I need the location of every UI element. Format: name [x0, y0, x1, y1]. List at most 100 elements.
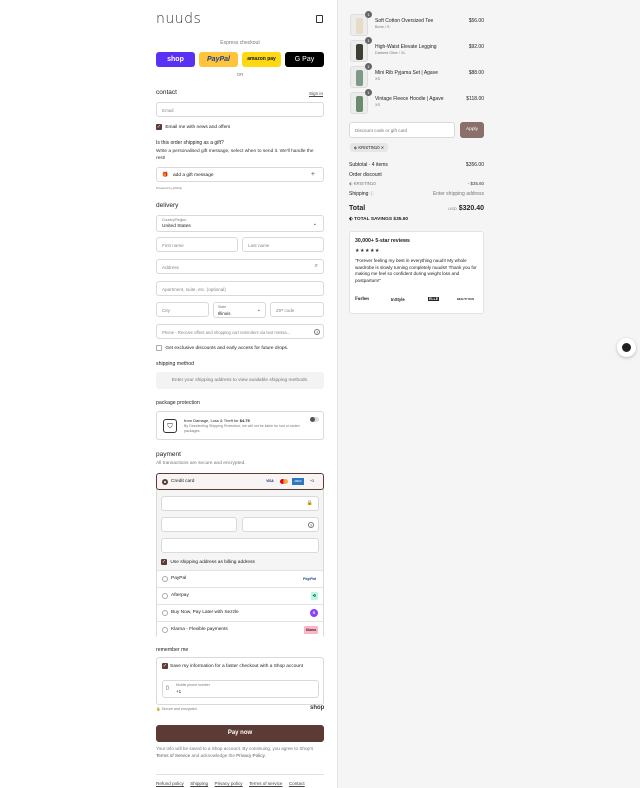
amazon-pay-button[interactable]: amazon pay — [242, 52, 281, 67]
chat-widget-button[interactable] — [617, 338, 636, 357]
footer-shipping-link[interactable]: Shipping — [190, 781, 208, 786]
name-on-card-field[interactable] — [161, 538, 319, 553]
more-cards-badge: +3 — [309, 479, 315, 483]
gift-icon: 🎁 — [162, 172, 169, 178]
country-label: Country/Region — [162, 218, 187, 222]
contact-title: contact — [156, 89, 177, 96]
afterpay-label: Afterpay — [171, 593, 189, 598]
paypal-button[interactable]: PayPal — [199, 52, 238, 67]
newsletter-checkbox[interactable]: ✓ — [156, 124, 162, 130]
gift-message-button[interactable]: 🎁 add a gift message + — [156, 167, 324, 182]
item-variant: XS — [375, 77, 381, 81]
country-select[interactable]: Country/Region United States ⌄ — [156, 215, 324, 232]
gift-button-label: add a gift message — [173, 172, 214, 178]
currency-code: USD — [448, 206, 457, 211]
help-icon[interactable]: ? — [314, 329, 320, 335]
city-field[interactable]: City — [156, 302, 209, 317]
state-value: Illinois — [218, 311, 231, 316]
footer-contact-link[interactable]: Contact — [289, 781, 305, 786]
exclusive-row[interactable]: Get exclusive discounts and early access… — [156, 345, 288, 351]
cart-icon[interactable] — [316, 15, 323, 23]
gift-question: Is this order shipping as a gift? — [156, 140, 224, 146]
klarna-radio[interactable] — [162, 627, 168, 633]
afterpay-radio[interactable] — [162, 593, 168, 599]
billing-checkbox[interactable]: ✓ — [161, 559, 167, 565]
save-info-checkbox[interactable]: ✓ — [162, 663, 168, 669]
chat-icon — [622, 343, 631, 352]
item-price: $56.00 — [468, 18, 484, 24]
pay-now-button[interactable]: Pay now — [156, 725, 324, 742]
shop-pay-button[interactable]: shop — [156, 52, 195, 67]
legal-text-2: and acknowledge the — [191, 752, 235, 758]
protection-box[interactable]: ⛉ from Damage, Loss & Theft for $4.75 By… — [156, 411, 324, 440]
chevron-down-icon: ⌄ — [256, 307, 261, 313]
credit-card-radio[interactable] — [162, 479, 168, 485]
item-variant: Darkest Olive / XL — [375, 51, 406, 55]
sign-in-link[interactable]: Sign in — [309, 91, 323, 96]
protection-line1: from Damage, Loss & Theft for $4.75 — [184, 418, 250, 423]
payment-method-klarna[interactable]: Klarna - Flexible payments Klarna — [157, 621, 323, 638]
footer-terms-link[interactable]: Terms of service — [249, 781, 282, 786]
billing-row[interactable]: ✓ Use shipping address as billing addres… — [161, 559, 255, 565]
paypal-logo: PayPal — [302, 576, 316, 581]
quantity-badge: 1 — [365, 89, 372, 96]
address-field[interactable]: Address ⌕ — [156, 259, 324, 274]
first-name-field[interactable]: First name — [156, 237, 238, 252]
discount-input[interactable]: Discount code or gift card — [349, 122, 455, 138]
remember-box: ✓ Save my information for a faster checko… — [156, 657, 324, 705]
payment-method-afterpay[interactable]: Afterpay ⟲ — [157, 587, 323, 604]
item-variant: Bone / S — [375, 25, 390, 29]
apartment-field[interactable]: Apartment, suite, etc. (optional) — [156, 281, 324, 296]
press-logo-beauty-run: BEAUTY RUN — [457, 298, 474, 301]
order-summary — [337, 0, 640, 788]
expiry-field[interactable] — [161, 517, 237, 532]
quantity-badge: 1 — [365, 11, 372, 18]
terms-link[interactable]: Terms of Service — [156, 753, 190, 758]
phone-placeholder: Phone - Receive offers and shopping cart… — [162, 329, 291, 335]
paypal-radio[interactable] — [162, 576, 168, 582]
item-name: Vintage Fleece Hoodie | Agave — [375, 96, 444, 102]
item-name: High-Waist Elevate Legging — [375, 44, 437, 50]
payment-subtitle: All transactions are secure and encrypte… — [156, 461, 246, 466]
powered-by: Powered by giftship — [156, 186, 183, 190]
save-info-row[interactable]: ✓ Save my information for a faster checko… — [162, 663, 303, 669]
payment-method-sezzle[interactable]: Buy Now, Pay Later with Sezzle S — [157, 604, 323, 621]
press-logo-forbes: Forbes — [355, 297, 370, 302]
mobile-field[interactable]: ▯ Mobile phone number +1 — [162, 680, 319, 698]
footer-privacy-link[interactable]: Privacy policy — [215, 781, 243, 786]
total-amount: USD $320.40 — [448, 205, 484, 212]
paypal-label: PayPal — [171, 576, 187, 581]
country-value: United States — [162, 224, 191, 229]
card-number-field[interactable]: 🔒 — [161, 496, 319, 511]
shipping-row: Shipping ⓘ Enter shipping address — [349, 191, 484, 197]
credit-card-option[interactable]: Credit card VISA AMEX +3 — [156, 473, 324, 490]
privacy-link[interactable]: Privacy Policy. — [236, 753, 266, 758]
discount-chip-code: KRISTIN10 — [358, 145, 380, 150]
help-icon[interactable]: ? — [308, 522, 314, 528]
quantity-badge: 1 — [365, 63, 372, 70]
remove-code-icon[interactable]: ✕ — [380, 145, 385, 150]
protection-prefix: from Damage, Loss & Theft for — [184, 418, 239, 423]
zip-field[interactable]: ZIP code — [270, 302, 324, 317]
sezzle-radio[interactable] — [162, 610, 168, 616]
security-code-field[interactable]: ? — [242, 517, 319, 532]
phone-field[interactable]: Phone - Receive offers and shopping cart… — [156, 324, 324, 339]
plus-icon: + — [310, 171, 315, 178]
discount-row: ⬖ KRISTIN10- $35.60 — [349, 181, 484, 187]
search-icon: ⌕ — [314, 263, 318, 269]
newsletter-label: Email me with news and offers — [165, 125, 231, 131]
payment-method-paypal[interactable]: PayPal PayPal — [157, 570, 323, 587]
product-figure — [356, 18, 363, 34]
google-pay-button[interactable]: G Pay — [285, 52, 324, 67]
express-title: Express checkout — [220, 40, 260, 46]
state-select[interactable]: State Illinois ⌄ — [213, 302, 266, 318]
exclusive-checkbox[interactable] — [156, 345, 162, 351]
footer-refund-link[interactable]: Refund policy — [156, 781, 184, 786]
item-price: $92.00 — [468, 44, 484, 50]
newsletter-row[interactable]: ✓ Email me with news and offers — [156, 124, 230, 130]
last-name-field[interactable]: Last name — [242, 237, 324, 252]
brand-logo[interactable]: nuuds — [156, 11, 201, 27]
apply-button[interactable]: Apply — [460, 122, 484, 138]
email-field[interactable]: Email — [156, 102, 324, 117]
protection-toggle[interactable] — [310, 417, 319, 422]
